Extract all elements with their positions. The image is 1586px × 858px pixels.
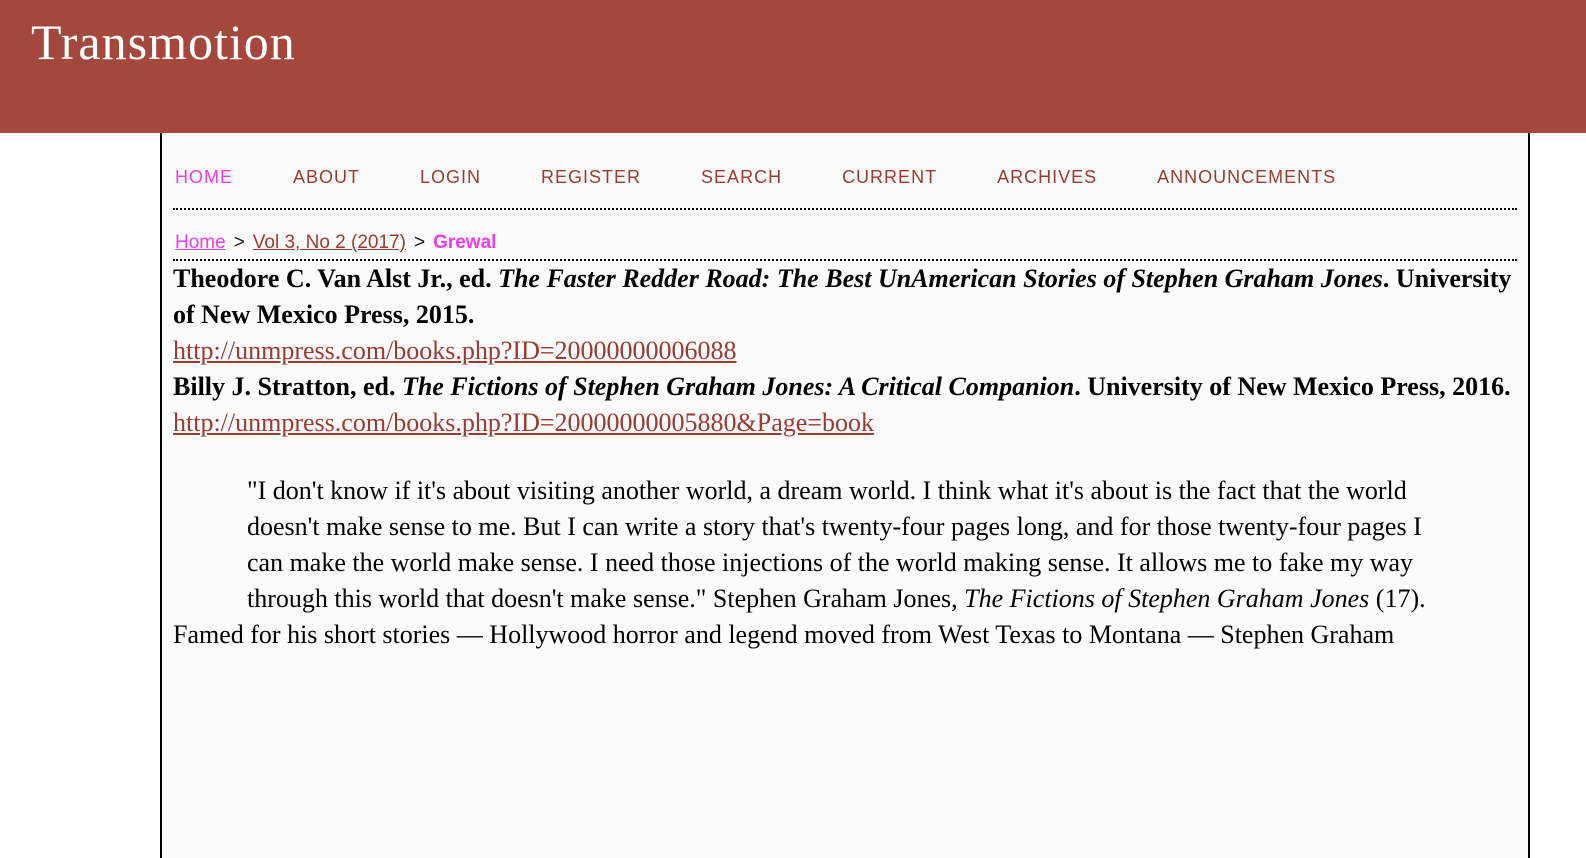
- nav-item-about[interactable]: ABOUT: [293, 167, 360, 188]
- citation-2-authors: Billy J. Stratton, ed.: [173, 372, 402, 401]
- pull-quote: "I don't know if it's about visiting ano…: [247, 473, 1459, 617]
- nav-item-archives[interactable]: ARCHIVES: [997, 167, 1097, 188]
- nav-item-login[interactable]: LOGIN: [420, 167, 481, 188]
- site-title: Transmotion: [31, 13, 1586, 71]
- breadcrumb: Home > Vol 3, No 2 (2017) > Grewal: [173, 210, 1517, 261]
- breadcrumb-home-link[interactable]: Home: [175, 232, 226, 253]
- breadcrumb-issue-link[interactable]: Vol 3, No 2 (2017): [253, 232, 406, 253]
- nav-item-search[interactable]: SEARCH: [701, 167, 782, 188]
- main-nav: HOME ABOUT LOGIN REGISTER SEARCH CURRENT…: [173, 133, 1517, 210]
- breadcrumb-current-page: Grewal: [433, 232, 496, 253]
- quote-work-title: The Fictions of Stephen Graham Jones: [964, 584, 1369, 613]
- citation-paragraph-2: Billy J. Stratton, ed. The Fictions of S…: [173, 369, 1517, 405]
- nav-item-announcements[interactable]: ANNOUNCEMENTS: [1157, 167, 1336, 188]
- citation-2-publisher: . University of New Mexico Press, 2016.: [1074, 372, 1510, 401]
- page-frame: HOME ABOUT LOGIN REGISTER SEARCH CURRENT…: [160, 133, 1530, 858]
- breadcrumb-separator: >: [414, 232, 425, 253]
- review-content: Theodore C. Van Alst Jr., ed. The Faster…: [173, 261, 1517, 653]
- breadcrumb-separator: >: [234, 232, 245, 253]
- citation-1-book-title: The Faster Redder Road: The Best UnAmeri…: [498, 264, 1383, 293]
- partial-paragraph: Famed for his short stories — Hollywood …: [173, 617, 1517, 653]
- citation-1-authors: Theodore C. Van Alst Jr., ed.: [173, 264, 498, 293]
- nav-item-current[interactable]: CURRENT: [842, 167, 937, 188]
- nav-item-home[interactable]: HOME: [175, 167, 233, 188]
- citation-2-book-title: The Fictions of Stephen Graham Jones: A …: [402, 372, 1074, 401]
- book-link-line-2: http://unmpress.com/books.php?ID=2000000…: [173, 405, 1517, 441]
- book-link-2[interactable]: http://unmpress.com/books.php?ID=2000000…: [173, 408, 874, 437]
- book-link-1[interactable]: http://unmpress.com/books.php?ID=2000000…: [173, 336, 737, 365]
- nav-item-register[interactable]: REGISTER: [541, 167, 641, 188]
- book-link-line-1: http://unmpress.com/books.php?ID=2000000…: [173, 333, 1517, 369]
- quote-page-ref: (17).: [1369, 584, 1425, 613]
- citation-paragraph-1: Theodore C. Van Alst Jr., ed. The Faster…: [173, 261, 1517, 333]
- site-header: Transmotion: [0, 0, 1586, 133]
